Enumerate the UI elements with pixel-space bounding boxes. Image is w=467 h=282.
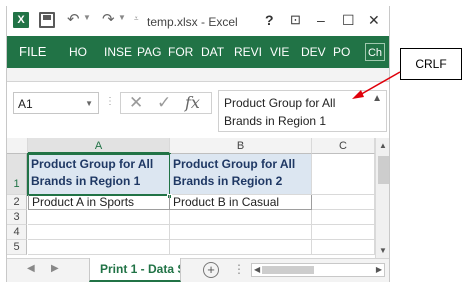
resize-grip-icon[interactable]: ⋮ — [105, 96, 115, 107]
tab-view[interactable]: VIE — [270, 36, 289, 68]
add-sheet-button[interactable]: + — [203, 262, 219, 278]
sheet-tab-bar: ◀ ▶ Print 1 - Data S + ⋮ ◀ ▶ — [7, 258, 389, 282]
row-header-2[interactable]: 2 — [7, 195, 27, 210]
select-all-corner[interactable] — [7, 138, 28, 154]
excel-window: X ↶ ▼ ↷ ▼ ⩡ temp.xlsx - Excel ? ⊡ – ☐ ✕ … — [6, 6, 390, 282]
help-button[interactable]: ? — [265, 11, 274, 29]
excel-logo-icon[interactable]: X — [13, 12, 29, 28]
undo-icon[interactable]: ↶ — [67, 11, 80, 29]
cell-b2[interactable]: Product B in Casual — [170, 195, 312, 210]
cell-a1-line-1: Product Group for All — [31, 157, 154, 171]
customize-qat-icon[interactable]: ⩡ — [134, 14, 139, 24]
vertical-scroll-thumb[interactable] — [378, 156, 389, 184]
enter-checkmark-icon[interactable]: ✓ — [157, 93, 171, 113]
scroll-right-icon[interactable]: ▶ — [376, 264, 382, 276]
tab-insert[interactable]: INSE — [104, 36, 132, 68]
row-header-3[interactable]: 3 — [7, 210, 27, 225]
row-header-1[interactable]: 1 — [7, 154, 27, 195]
horizontal-scroll-thumb[interactable] — [262, 266, 314, 274]
cell-b3[interactable] — [170, 210, 312, 225]
minimize-button[interactable]: – — [317, 11, 325, 29]
redo-icon[interactable]: ↷ — [102, 11, 115, 29]
scroll-up-icon[interactable]: ▲ — [379, 141, 387, 150]
cell-a1[interactable]: Product Group for All Brands in Region 1 — [27, 153, 171, 196]
row-header-5[interactable]: 5 — [7, 240, 27, 255]
vertical-scrollbar[interactable]: ▲ ▼ — [375, 138, 389, 258]
cell-a3[interactable] — [28, 210, 170, 225]
cell-b4[interactable] — [170, 225, 312, 240]
maximize-button[interactable]: ☐ — [342, 11, 355, 29]
column-header-c[interactable]: C — [312, 138, 375, 154]
worksheet-grid: A B C 1 2 3 4 5 Product Group for All Br… — [7, 138, 389, 258]
title-bar: X ↶ ▼ ↷ ▼ ⩡ temp.xlsx - Excel ? ⊡ – ☐ ✕ — [7, 6, 389, 36]
tab-data[interactable]: DAT — [201, 36, 224, 68]
formula-line-2: Brands in Region 1 — [224, 114, 327, 128]
cell-c5[interactable] — [312, 240, 375, 255]
tab-file[interactable]: FILE — [7, 36, 55, 68]
cell-c3[interactable] — [312, 210, 375, 225]
collapse-formula-bar-icon[interactable]: ▲ — [372, 93, 382, 104]
tab-review[interactable]: REVI — [234, 36, 262, 68]
cell-a1-line-2: Brands in Region 1 — [31, 174, 141, 188]
formula-buttons: ✕ ✓ fx — [120, 92, 212, 114]
redo-dropdown-icon[interactable]: ▼ — [118, 13, 126, 22]
cell-a2[interactable]: Product A in Sports — [28, 195, 170, 210]
ribbon-tabs: FILE HO INSE PAG FOR DAT REVI VIE DEV PO… — [7, 36, 389, 68]
ribbon-display-options-icon[interactable]: ⊡ — [290, 11, 301, 29]
chevron-down-icon[interactable]: ▼ — [85, 99, 93, 108]
ribbon-collapsed-area — [7, 68, 389, 82]
cell-b1[interactable]: Product Group for All Brands in Region 2 — [170, 154, 312, 195]
tab-power[interactable]: PO — [333, 36, 350, 68]
cell-c1[interactable] — [312, 154, 375, 195]
cancel-icon[interactable]: ✕ — [129, 93, 143, 113]
tab-developer[interactable]: DEV — [301, 36, 326, 68]
formula-bar: A1 ▼ ⋮ ✕ ✓ fx Product Group for All Bran… — [7, 82, 389, 132]
cell-c4[interactable] — [312, 225, 375, 240]
name-box[interactable]: A1 ▼ — [13, 92, 99, 114]
formula-line-1: Product Group for All — [224, 96, 336, 110]
row-header-4[interactable]: 4 — [7, 225, 27, 240]
scroll-down-icon[interactable]: ▼ — [379, 246, 387, 255]
window-title: temp.xlsx - Excel — [147, 15, 238, 29]
cell-a4[interactable] — [28, 225, 170, 240]
close-button[interactable]: ✕ — [368, 11, 380, 29]
cell-b1-line-1: Product Group for All — [173, 157, 296, 171]
cell-c2[interactable] — [312, 195, 375, 210]
formula-input[interactable]: Product Group for All Brands in Region 1… — [218, 90, 387, 132]
name-box-value: A1 — [18, 97, 33, 111]
horizontal-scrollbar[interactable]: ◀ ▶ — [251, 263, 385, 277]
tab-page-layout[interactable]: PAG — [137, 36, 161, 68]
sheet-nav-next-icon[interactable]: ▶ — [51, 263, 59, 274]
tab-formulas[interactable]: FOR — [168, 36, 193, 68]
column-header-a[interactable]: A — [28, 138, 170, 154]
tab-chart[interactable]: Ch — [368, 47, 382, 59]
save-icon[interactable] — [39, 12, 55, 28]
cell-a5[interactable] — [28, 240, 170, 255]
column-header-b[interactable]: B — [170, 138, 312, 154]
crlf-callout: CRLF — [400, 48, 462, 80]
sheet-tab-active[interactable]: Print 1 - Data S — [89, 258, 181, 282]
scroll-left-icon[interactable]: ◀ — [254, 264, 260, 276]
undo-dropdown-icon[interactable]: ▼ — [83, 13, 91, 22]
cell-b5[interactable] — [170, 240, 312, 255]
insert-function-button[interactable]: fx — [185, 93, 200, 113]
ribbon-scroll-right-icon[interactable]: Ch — [365, 43, 385, 61]
cell-b1-line-2: Brands in Region 2 — [173, 174, 283, 188]
tab-home[interactable]: HO — [69, 36, 87, 68]
sheet-nav-prev-icon[interactable]: ◀ — [27, 263, 35, 274]
sheet-tab-splitter-icon[interactable]: ⋮ — [233, 262, 245, 276]
